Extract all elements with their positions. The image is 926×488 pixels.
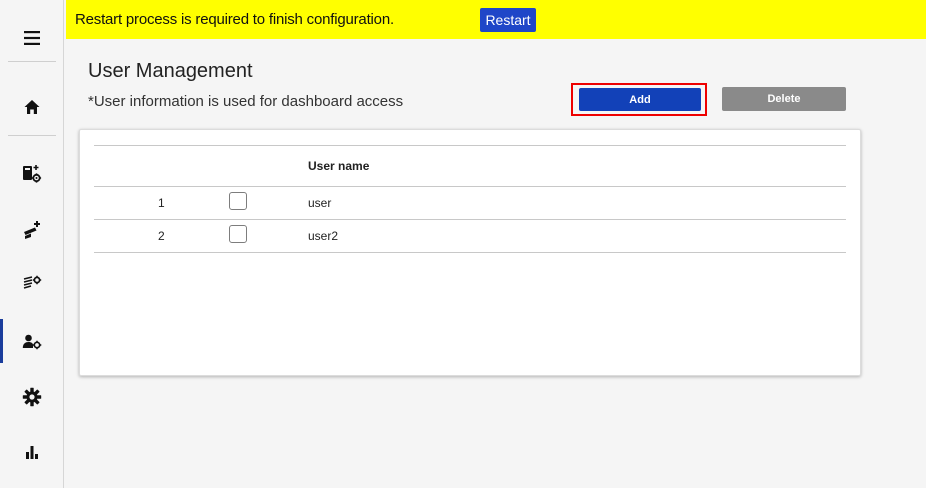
column-header-user-name: User name (308, 159, 370, 173)
list-settings-icon (22, 274, 42, 294)
add-camera-icon (22, 220, 42, 240)
user-table-card: User name 1 user 2 user2 (79, 129, 861, 376)
row-index: 2 (158, 229, 165, 243)
sidebar-item-list-settings[interactable] (0, 264, 64, 304)
table-row: 1 user (94, 187, 846, 219)
hamburger-menu-icon (24, 31, 40, 45)
row-user-name: user (308, 196, 332, 210)
row-checkbox[interactable] (229, 225, 247, 243)
app-window: Restart process is required to finish co… (0, 0, 926, 488)
sidebar-divider (8, 135, 56, 136)
restart-banner: Restart process is required to finish co… (66, 0, 926, 39)
sidebar-item-user-management[interactable] (0, 322, 64, 362)
home-icon (24, 99, 40, 115)
page-subtitle: *User information is used for dashboard … (88, 93, 404, 110)
device-settings-icon (22, 164, 42, 184)
sidebar-item-add-camera[interactable] (0, 210, 64, 250)
delete-user-button[interactable]: Delete (722, 87, 846, 111)
row-user-name: user2 (308, 229, 339, 243)
bar-chart-icon (24, 444, 40, 460)
sidebar-item-settings[interactable] (0, 377, 64, 417)
sidebar-item-statistics[interactable] (0, 432, 64, 472)
row-checkbox[interactable] (229, 192, 247, 210)
table-top-border (94, 145, 846, 146)
sidebar-item-menu[interactable] (0, 18, 64, 58)
table-bottom-border (94, 252, 846, 253)
sidebar (0, 0, 64, 488)
user-settings-icon (22, 332, 42, 352)
restart-button[interactable]: Restart (480, 8, 536, 32)
row-index: 1 (158, 196, 165, 210)
banner-message: Restart process is required to finish co… (75, 11, 394, 28)
add-user-button[interactable]: Add (579, 88, 701, 111)
sidebar-divider (8, 61, 56, 62)
sidebar-item-device-settings[interactable] (0, 154, 64, 194)
sidebar-item-home[interactable] (0, 87, 64, 127)
gear-icon (22, 387, 42, 407)
table-row: 2 user2 (94, 220, 846, 252)
page-title: User Management (88, 60, 253, 82)
